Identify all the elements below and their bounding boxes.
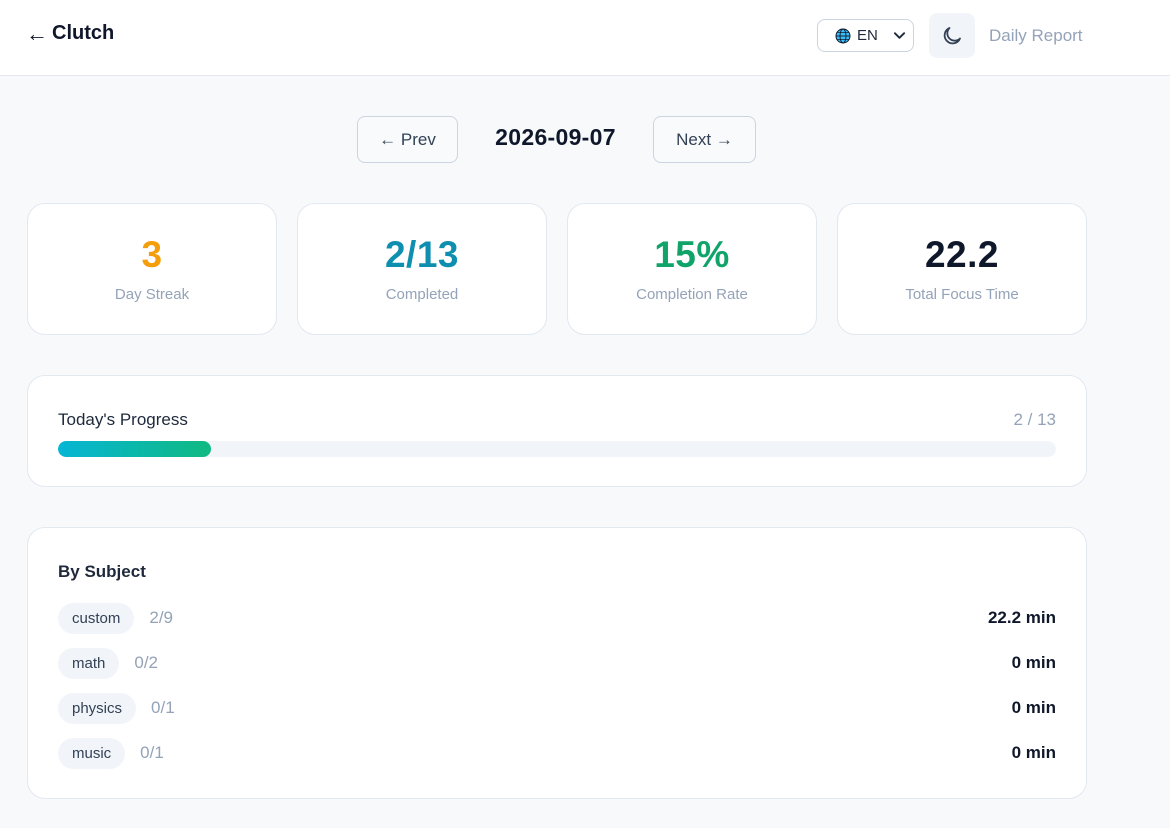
subject-tag: music: [58, 737, 126, 769]
next-day-button[interactable]: Next →: [653, 116, 756, 163]
theme-toggle-button[interactable]: [929, 13, 975, 58]
page-title: Daily Report: [989, 26, 1083, 45]
subject-time: 0 min: [1011, 698, 1056, 717]
stat-card-completed: 2/13 Completed: [297, 203, 547, 335]
stat-value: 2/13: [384, 234, 459, 275]
moon-icon: [943, 26, 961, 44]
subject-row: math 0/2 0 min: [58, 647, 1056, 679]
globe-icon: [835, 28, 851, 43]
back-arrow-icon: ←: [26, 20, 48, 46]
subject-row: custom 2/9 22.2 min: [58, 602, 1056, 634]
subject-row: music 0/1 0 min: [58, 737, 1056, 769]
top-bar: ← Clutch EN Daily Report: [0, 0, 1170, 76]
subject-tag: math: [58, 647, 120, 679]
by-subject-title: By Subject: [58, 562, 146, 581]
stat-label: Day Streak: [114, 286, 190, 303]
subject-time: 0 min: [1011, 743, 1056, 762]
language-value: EN: [857, 27, 878, 44]
stat-card-completion-rate: 15% Completion Rate: [567, 203, 817, 335]
stat-card-day-streak: 3 Day Streak: [27, 203, 277, 335]
progress-title: Today's Progress: [58, 410, 188, 429]
subject-time: 22.2 min: [987, 608, 1056, 627]
stat-label: Completed: [385, 286, 459, 303]
stat-value: 15%: [654, 234, 730, 275]
by-subject-card: By Subject custom 2/9 22.2 min math 0/2 …: [27, 527, 1087, 799]
current-date: 2026-09-07: [495, 124, 616, 150]
chevron-down-icon: [893, 32, 906, 39]
subject-count: 0/1: [140, 743, 164, 762]
stat-label: Completion Rate: [636, 286, 748, 303]
subject-count: 0/2: [134, 653, 158, 672]
subject-tag: custom: [58, 602, 135, 634]
subject-tag: physics: [58, 692, 137, 724]
subject-row: physics 0/1 0 min: [58, 692, 1056, 724]
progress-count: 2 / 13: [1013, 410, 1056, 429]
language-select[interactable]: EN: [817, 19, 914, 52]
app-name: Clutch: [52, 22, 115, 44]
subject-count: 2/9: [149, 608, 173, 627]
progress-bar: [58, 441, 1056, 457]
progress-card: Today's Progress 2 / 13: [27, 375, 1087, 487]
back-link[interactable]: ← Clutch: [26, 22, 114, 45]
subject-time: 0 min: [1011, 653, 1056, 672]
progress-bar-fill: [58, 441, 212, 457]
prev-day-button[interactable]: ← Prev: [357, 116, 458, 163]
stat-card-total-focus-time: 22.2 Total Focus Time: [837, 203, 1087, 335]
stat-value: 3: [141, 234, 163, 275]
stat-value: 22.2: [924, 234, 999, 275]
stat-label: Total Focus Time: [905, 286, 1019, 303]
subject-count: 0/1: [151, 698, 175, 717]
